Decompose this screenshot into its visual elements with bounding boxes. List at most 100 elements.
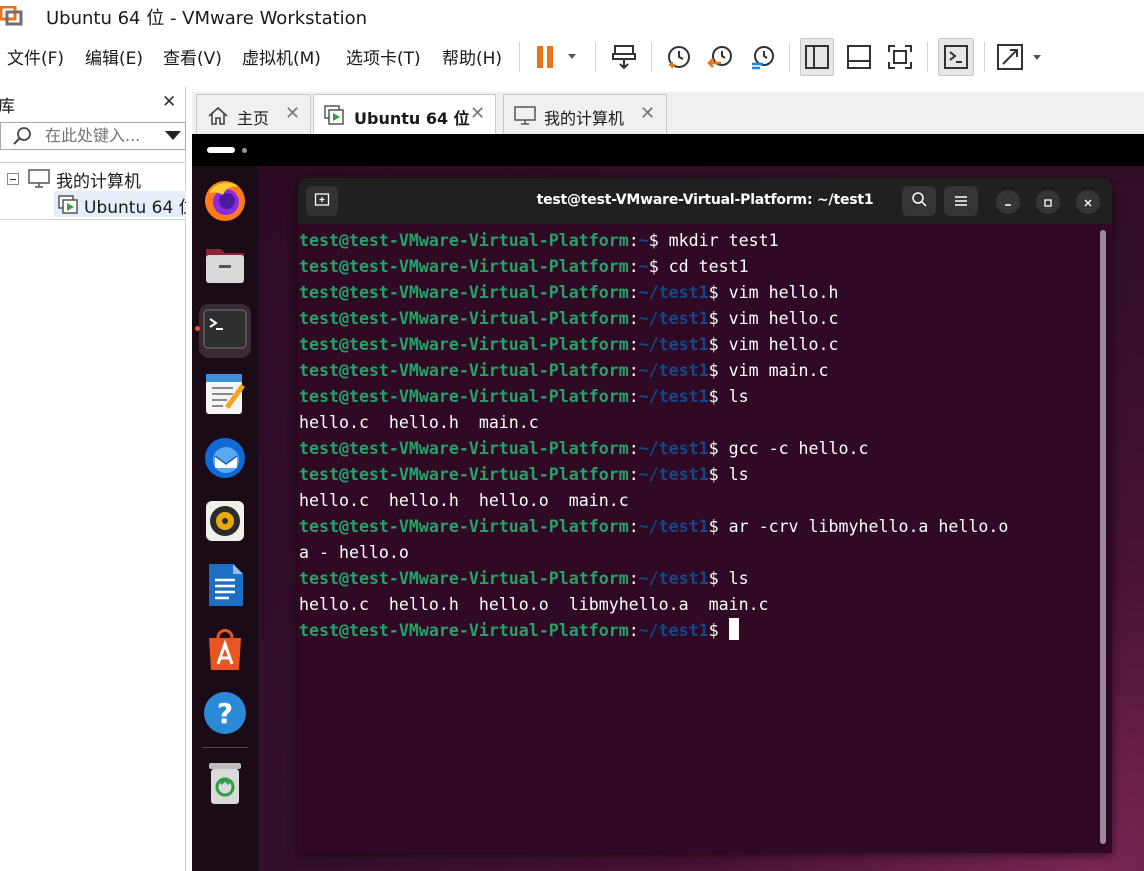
dock-app-center[interactable] (199, 624, 251, 678)
library-panel: 库 ✕ 我的计算机 (0, 86, 186, 871)
dock-separator (202, 747, 248, 748)
library-search-input[interactable] (45, 126, 155, 145)
pause-button[interactable] (532, 38, 582, 76)
prompt-path: ~/test1 (638, 517, 709, 536)
minimize-button[interactable] (996, 190, 1020, 214)
prompt-dollar: $ (708, 309, 719, 328)
console-view-button[interactable] (938, 38, 974, 76)
dock-terminal[interactable] (199, 304, 251, 358)
stretch-guest-icon (994, 43, 1050, 71)
tab-ubuntu-close-button[interactable]: ✕ (470, 103, 485, 124)
snapshot-manager-button[interactable] (746, 38, 780, 76)
prompt-user: test@test-VMware-Virtual-Platform (299, 621, 629, 640)
prompt-path: ~/test1 (638, 387, 709, 406)
close-button[interactable] (1076, 190, 1100, 214)
dock-help[interactable]: ? (199, 688, 251, 742)
library-view-icon (804, 44, 830, 70)
prompt-dollar: $ (648, 257, 659, 276)
toolbar-separator (789, 42, 790, 72)
tree-collapse-toggle[interactable] (7, 173, 19, 185)
library-tree: 我的计算机 Ubuntu 64 位 (0, 162, 186, 220)
toolbar-separator (651, 42, 652, 72)
workspace-dot[interactable] (242, 148, 247, 153)
send-keys-icon (610, 43, 638, 71)
menu-view[interactable]: 查看(V) (163, 44, 222, 69)
workspace-indicator[interactable] (207, 147, 235, 153)
terminal-search-button[interactable] (902, 186, 936, 216)
dock-libreoffice-writer[interactable] (199, 560, 251, 614)
minimize-icon (1003, 193, 1013, 212)
terminal-menu-button[interactable] (944, 186, 978, 216)
tab-ubuntu[interactable]: Ubuntu 64 位 ✕ (313, 94, 496, 135)
send-ctrl-alt-del-button[interactable] (606, 38, 642, 76)
thumbnail-bar-button[interactable] (842, 38, 876, 76)
hamburger-menu-icon (954, 192, 968, 211)
dock-thunderbird[interactable] (199, 432, 251, 486)
prompt-user: test@test-VMware-Virtual-Platform (299, 361, 629, 380)
text-editor-icon (203, 370, 247, 420)
terminal-command: cd test1 (658, 257, 749, 276)
terminal-command: ar -crv libmyhello.a hello.o (718, 517, 1009, 536)
terminal-window[interactable]: test@test-VMware-Virtual-Platform: ~/tes… (298, 178, 1112, 853)
tree-item-ubuntu-vm[interactable]: Ubuntu 64 位 (54, 191, 186, 217)
prompt-colon: : (628, 439, 639, 458)
terminal-scrollbar[interactable] (1100, 230, 1106, 844)
maximize-button[interactable] (1036, 190, 1060, 214)
terminal-output-text: a - hello.o (299, 543, 409, 562)
terminal-command: mkdir test1 (658, 231, 779, 250)
menu-edit[interactable]: 编辑(E) (85, 44, 143, 69)
tab-home[interactable]: 主页 ✕ (196, 94, 311, 134)
dock-text-editor[interactable] (199, 368, 251, 422)
search-icon (11, 126, 33, 152)
terminal-command: ls (718, 465, 749, 484)
dock-files[interactable] (199, 240, 251, 294)
terminal-line: test@test-VMware-Virtual-Platform:~/test… (299, 436, 1008, 462)
snapshot-manager-icon (749, 43, 777, 71)
prompt-dollar: $ (708, 621, 719, 640)
terminal-output[interactable]: test@test-VMware-Virtual-Platform:~$ mkd… (298, 224, 1112, 853)
menu-file[interactable]: 文件(F) (7, 44, 64, 69)
terminal-line: test@test-VMware-Virtual-Platform:~$ mkd… (299, 228, 1008, 254)
prompt-colon: : (628, 387, 639, 406)
toolbar-separator (927, 42, 928, 72)
dock-rhythmbox[interactable] (199, 496, 251, 550)
revert-snapshot-button[interactable] (704, 38, 738, 76)
full-screen-button[interactable] (883, 38, 917, 76)
prompt-user: test@test-VMware-Virtual-Platform (299, 283, 629, 302)
gnome-top-bar (192, 134, 1144, 166)
menu-help[interactable]: 帮助(H) (442, 44, 502, 69)
menu-bar: 文件(F) 编辑(E) 查看(V) 虚拟机(M) 选项卡(T) 帮助(H) (0, 34, 1144, 80)
computer-icon (514, 105, 536, 131)
terminal-line: a - hello.o (299, 540, 1008, 566)
dock-trash[interactable] (199, 758, 251, 812)
terminal-command: gcc -c hello.c (718, 439, 869, 458)
vm-console[interactable]: ? test@test-VMware-Virtual-Platform: ~/t… (192, 134, 1144, 871)
stretch-guest-button[interactable] (994, 38, 1050, 76)
computer-icon (28, 169, 50, 193)
prompt-colon: : (628, 283, 639, 302)
terminal-line: test@test-VMware-Virtual-Platform:~/test… (299, 618, 1008, 644)
ubuntu-dock: ? (192, 166, 258, 871)
running-indicator (195, 326, 200, 331)
prompt-path: ~/test1 (638, 283, 709, 302)
tree-item-my-computer[interactable]: 我的计算机 (56, 167, 141, 192)
vm-running-icon (58, 195, 80, 217)
libreoffice-writer-icon (205, 562, 245, 612)
search-dropdown-icon[interactable] (165, 131, 181, 140)
vm-running-icon (324, 105, 346, 131)
terminal-command: ls (718, 387, 749, 406)
menu-vm[interactable]: 虚拟机(M) (242, 44, 321, 69)
dock-firefox[interactable] (199, 176, 251, 230)
tab-home-close-button[interactable]: ✕ (285, 103, 300, 124)
prompt-dollar: $ (708, 361, 719, 380)
library-close-button[interactable]: ✕ (162, 92, 176, 112)
terminal-line: test@test-VMware-Virtual-Platform:~/test… (299, 514, 1008, 540)
take-snapshot-button[interactable] (662, 38, 696, 76)
revert-snapshot-icon (707, 43, 735, 71)
menu-tabs[interactable]: 选项卡(T) (346, 44, 421, 69)
firefox-icon (203, 179, 247, 227)
tab-my-computer[interactable]: 我的计算机 ✕ (503, 94, 667, 134)
prompt-path: ~/test1 (638, 569, 709, 588)
show-library-button[interactable] (800, 38, 834, 76)
tab-my-computer-close-button[interactable]: ✕ (640, 103, 655, 124)
